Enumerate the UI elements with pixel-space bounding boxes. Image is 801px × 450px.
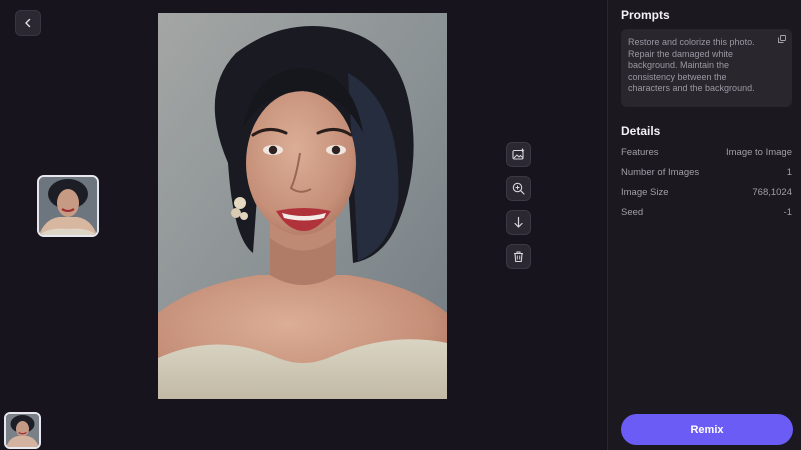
portrait-source-image: [6, 414, 39, 447]
detail-label: Number of Images: [621, 167, 700, 178]
zoom-in-icon: [512, 182, 525, 195]
details-panel: Prompts Restore and colorize this photo.…: [607, 0, 801, 450]
download-button[interactable]: [506, 210, 531, 235]
use-as-input-button[interactable]: [506, 142, 531, 167]
detail-label: Seed: [621, 207, 644, 218]
image-plus-icon: [512, 148, 525, 160]
generated-thumbnail[interactable]: [37, 175, 99, 237]
prompts-heading: Prompts: [621, 8, 670, 22]
detail-row-seed: Seed -1: [621, 207, 792, 218]
detail-label: Image Size: [621, 187, 669, 198]
details-heading: Details: [621, 124, 661, 138]
copy-prompt-button[interactable]: [778, 35, 786, 47]
image-viewer: [0, 0, 607, 450]
detail-value: 768,1024: [752, 187, 792, 198]
detail-value: Image to Image: [725, 147, 792, 158]
detail-value: 1: [786, 167, 792, 178]
portrait-thumbnail-image: [39, 177, 97, 235]
prompt-text-box: Restore and colorize this photo. Repair …: [621, 29, 792, 107]
detail-row-features: Features Image to Image: [621, 147, 792, 158]
restored-portrait-image: [158, 13, 447, 399]
source-thumbnail[interactable]: [4, 412, 41, 449]
result-image: [158, 13, 447, 399]
detail-value: -1: [783, 207, 792, 218]
prompt-text: Restore and colorize this photo. Repair …: [628, 37, 755, 93]
trash-icon: [514, 251, 523, 263]
back-button[interactable]: [15, 10, 41, 36]
arrow-down-icon: [514, 216, 523, 228]
zoom-button[interactable]: [506, 176, 531, 201]
remix-button[interactable]: Remix: [621, 414, 793, 445]
copy-icon: [778, 35, 786, 43]
chevron-left-icon: [25, 18, 31, 28]
delete-button[interactable]: [506, 244, 531, 269]
detail-row-image-size: Image Size 768,1024: [621, 187, 792, 198]
detail-row-number-of-images: Number of Images 1: [621, 167, 792, 178]
detail-label: Features: [621, 147, 659, 158]
